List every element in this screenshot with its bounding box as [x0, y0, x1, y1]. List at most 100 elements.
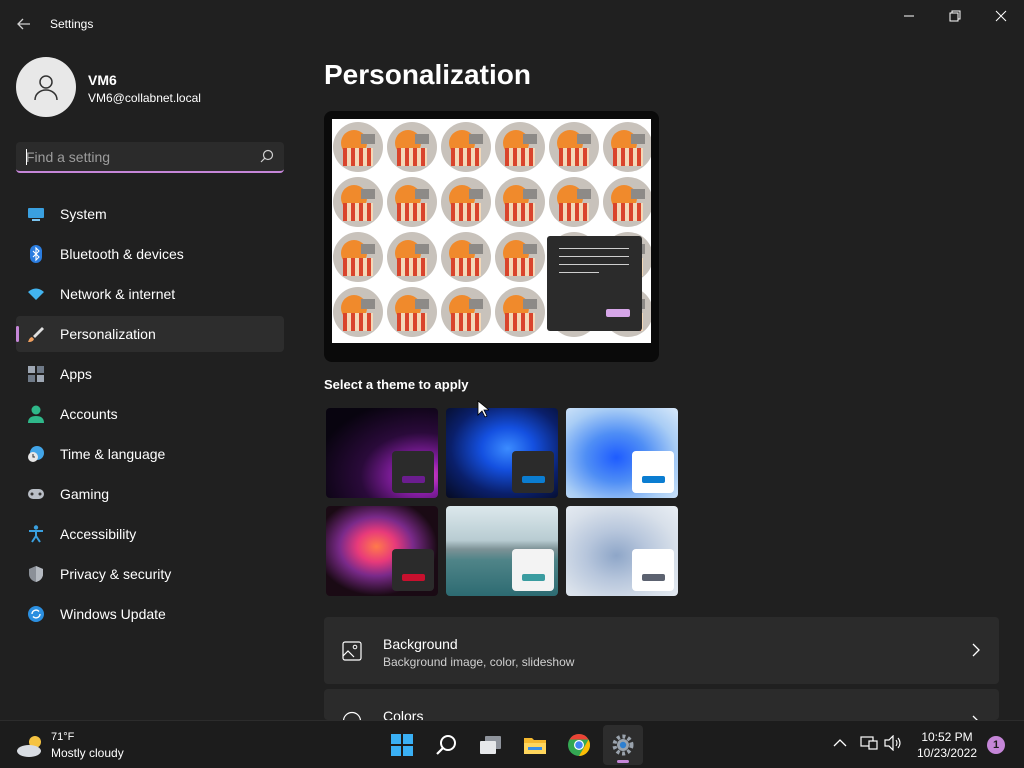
wallpaper-tile — [333, 287, 383, 337]
wallpaper-tile — [441, 122, 491, 172]
wallpaper-tile — [603, 177, 651, 227]
wallpaper-tile — [495, 122, 545, 172]
wallpaper-tile — [387, 232, 437, 282]
theme-mini-window — [392, 451, 434, 493]
wallpaper-tile — [441, 177, 491, 227]
theme-mini-window — [632, 549, 674, 591]
colors-settings-card[interactable]: Colors — [324, 689, 999, 720]
chrome-icon — [568, 734, 590, 756]
sidebar-item-time-language[interactable]: Time & language — [16, 436, 284, 472]
app-title: Settings — [50, 17, 94, 31]
wallpaper-tile — [549, 122, 599, 172]
weather-temperature: 71°F — [51, 731, 75, 743]
task-view-button[interactable] — [471, 725, 511, 765]
clock-time: 10:52 PM — [921, 730, 973, 744]
taskbar-search-button[interactable] — [427, 725, 467, 765]
wallpaper-tile — [495, 177, 545, 227]
sidebar-item-personalization[interactable]: Personalization — [16, 316, 284, 352]
settings-taskbar-button[interactable] — [603, 725, 643, 765]
sidebar-item-gaming[interactable]: Gaming — [16, 476, 284, 512]
restore-icon — [949, 10, 961, 22]
search-box[interactable] — [16, 142, 284, 173]
weather-description: Mostly cloudy — [51, 746, 124, 760]
sidebar-item-label: Accounts — [60, 406, 118, 422]
search-input[interactable] — [26, 142, 246, 171]
minimize-button[interactable] — [886, 0, 932, 32]
sidebar-item-bluetooth[interactable]: Bluetooth & devices — [16, 236, 284, 272]
person-icon — [34, 75, 58, 101]
sidebar-item-label: Gaming — [60, 486, 110, 502]
accessibility-icon — [26, 524, 46, 544]
mouse-cursor-icon — [477, 400, 489, 418]
wallpaper-tile — [441, 232, 491, 282]
notification-badge[interactable]: 1 — [987, 736, 1005, 754]
chrome-button[interactable] — [559, 725, 599, 765]
theme-mini-window — [392, 549, 434, 591]
sidebar-item-label: Accessibility — [60, 526, 137, 542]
file-explorer-icon — [524, 738, 546, 754]
bluetooth-icon — [26, 244, 46, 264]
sidebar-item-label: Windows Update — [60, 606, 166, 622]
wallpaper-tile — [549, 177, 599, 227]
text-caret — [26, 149, 27, 165]
sidebar-item-windows-update[interactable]: Windows Update — [16, 596, 284, 632]
brush-icon — [26, 324, 46, 344]
theme-preview — [324, 111, 659, 362]
wallpaper-tile — [495, 232, 545, 282]
file-explorer-button[interactable] — [515, 725, 555, 765]
gear-icon — [612, 734, 634, 756]
wallpaper-tile — [387, 177, 437, 227]
shield-icon — [26, 564, 46, 584]
weather-widget[interactable]: 71°F Mostly cloudy — [16, 729, 156, 763]
theme-flow[interactable] — [566, 506, 678, 596]
close-button[interactable] — [978, 0, 1024, 32]
sidebar-item-accessibility[interactable]: Accessibility — [16, 516, 284, 552]
theme-bloom-dark[interactable] — [446, 408, 558, 498]
theme-captured-motion[interactable] — [326, 506, 438, 596]
sidebar-item-apps[interactable]: Apps — [16, 356, 284, 392]
user-name: VM6 — [88, 72, 117, 88]
wallpaper-preview — [332, 119, 651, 343]
back-button[interactable] — [12, 12, 36, 36]
image-icon — [342, 641, 362, 666]
arrow-left-icon — [17, 18, 30, 30]
theme-mini-window — [632, 451, 674, 493]
theme-glow-dark[interactable] — [326, 408, 438, 498]
page-title: Personalization — [324, 59, 531, 90]
sidebar-item-privacy[interactable]: Privacy & security — [16, 556, 284, 592]
sidebar-item-accounts[interactable]: Accounts — [16, 396, 284, 432]
close-icon — [995, 10, 1007, 22]
sidebar-item-network[interactable]: Network & internet — [16, 276, 284, 312]
wallpaper-tile — [333, 122, 383, 172]
active-app-indicator — [617, 760, 629, 763]
avatar — [16, 57, 76, 117]
sidebar-item-label: System — [60, 206, 107, 222]
card-title: Background — [383, 636, 458, 652]
clock-globe-icon — [26, 444, 46, 464]
sidebar-item-system[interactable]: System — [16, 196, 284, 232]
preview-window — [547, 236, 642, 331]
restore-button[interactable] — [932, 0, 978, 32]
network-icon — [860, 736, 878, 750]
task-view-icon — [480, 736, 501, 754]
theme-bloom-light[interactable] — [566, 408, 678, 498]
wallpaper-tile — [387, 287, 437, 337]
volume-tray-button[interactable] — [884, 735, 902, 751]
person-icon — [26, 404, 46, 424]
start-button[interactable] — [382, 725, 422, 765]
sidebar-item-label: Network & internet — [60, 286, 176, 302]
wallpaper-tile — [333, 232, 383, 282]
wifi-icon — [26, 284, 46, 304]
theme-sunrise-lake[interactable] — [446, 506, 558, 596]
sidebar-item-label: Privacy & security — [60, 566, 172, 582]
card-title: Colors — [383, 708, 424, 720]
palette-icon — [342, 711, 362, 720]
search-icon — [260, 149, 274, 168]
user-profile[interactable]: VM6 VM6@collabnet.local — [16, 57, 286, 117]
show-hidden-icons-button[interactable] — [832, 735, 848, 751]
background-settings-card[interactable]: Background Background image, color, slid… — [324, 617, 999, 684]
taskbar-clock[interactable]: 10:52 PM 10/23/2022 — [912, 729, 982, 761]
network-tray-button[interactable] — [860, 735, 878, 751]
theme-mini-window — [512, 451, 554, 493]
wallpaper-tile — [603, 122, 651, 172]
